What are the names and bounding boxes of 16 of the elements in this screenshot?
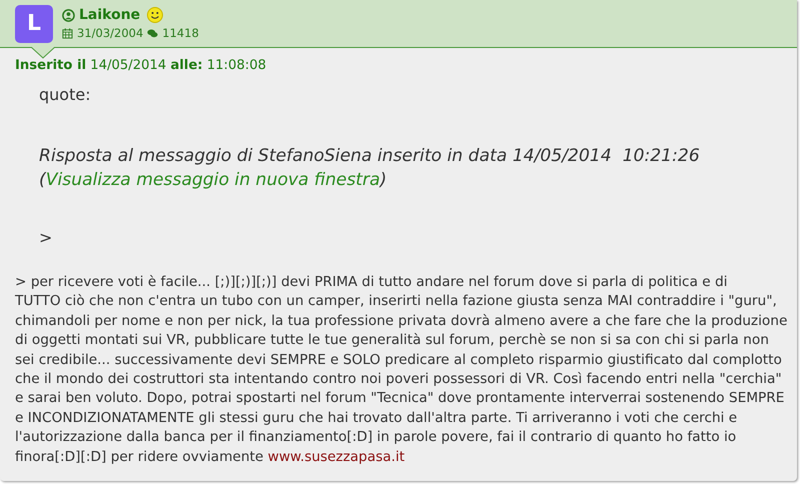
post-timestamp: Inserito il 14/05/2014 alle: 11:08:08 [15,58,266,73]
author-name[interactable]: Laikone [79,7,140,23]
smiley-icon [147,7,164,23]
avatar: L [15,4,53,42]
post-text: > per ricevere voti è facile... [;)][;)][;)] devi PRIMA di tutto andare nel forum dove si parla di politica e di TUTTO ciò che non c'entra un tubo con un camper, inserirti nella fazione giusta senza MAI contraddire i "guru", chimandoli per nome e non per nick, la tua professione privata dovrà almeno avere a che fare che la produzione di oggetti montati sui VR, pubblicare tutte le tue generalità sul forum, perchè se non si sa con chi si parla non sei credibile... successivamente devi SEMPRE e SOLO predicare al completo risparmio giustificato dal complotto che il mondo dei costruttori sta intentando contro noi poveri possessori di VR. Così facendo entri nella "cerchia" e sarai ben voluto. Dopo, potrai spostarti nel forum "Tecnica" dove prontamente interverrai sostenendo SEMPRE e INCONDIZIONATAMENTE gli stessi guru che hai trovato dall'altra parte. Ti arriveranno i voti che cerchi e l'autorizzazione dalla banca per il finanziamento[:D] in parole povere, fai il contrario di quanto ho fatto io finora[:D][:D] per ridere ovviamente www.susezzapasa.it [15,273,788,467]
website-link[interactable]: www.susezzapasa.it [268,448,405,465]
calendar-icon [62,28,73,38]
reply-info: Risposta al messaggio di StefanoSiena inserito in data 14/05/2014 10:21:26 [39,145,701,168]
post-count: 11418 [162,26,199,40]
chat-icon [147,28,158,38]
user-icon [62,8,75,22]
reply-link-line: (Visualizza messaggio in nuova finestra) [39,169,388,192]
quote-label: quote: [39,85,92,104]
quote-marker: > [39,228,54,247]
view-message-link[interactable]: Visualizza messaggio in nuova finestra [46,170,380,190]
join-date: 31/03/2004 [77,26,144,40]
